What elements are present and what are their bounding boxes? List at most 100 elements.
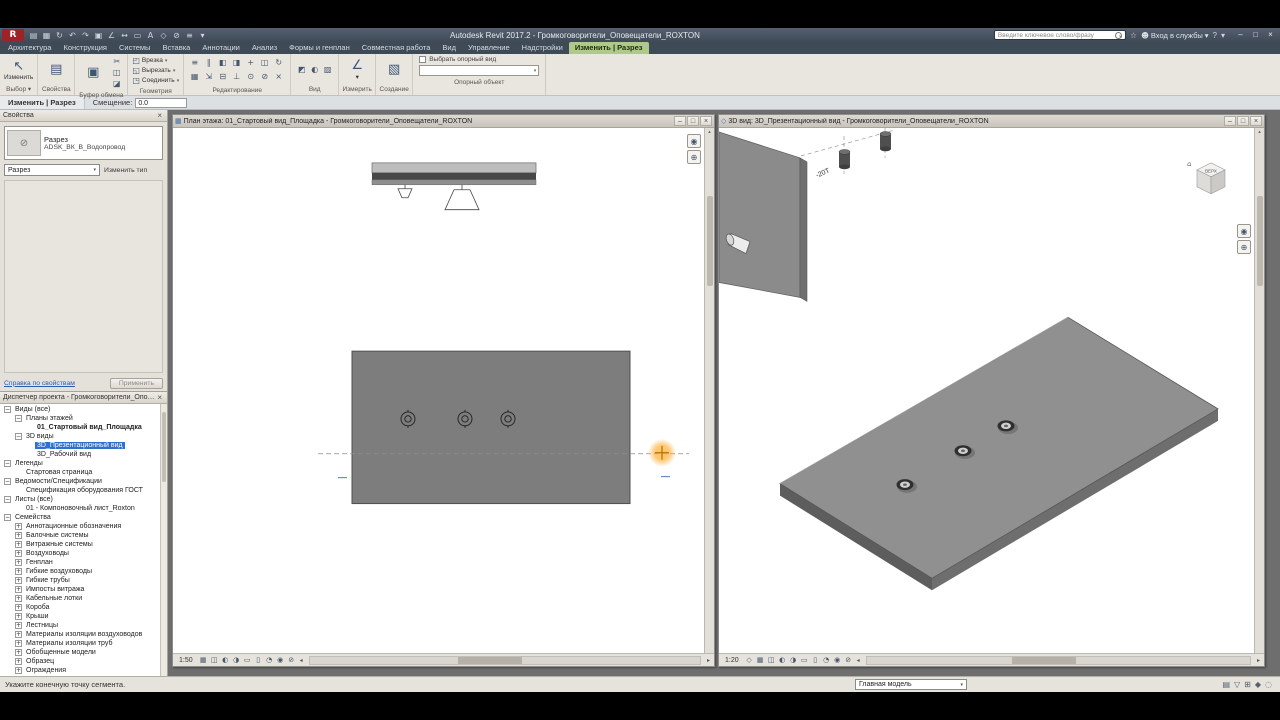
3d-canvas[interactable]: -20Т ⌂ ВЕРХ ◉ ⊕ [719, 128, 1254, 653]
ribbon-tab[interactable]: Вид [436, 42, 462, 54]
tree-item[interactable]: + Образец [0, 657, 167, 666]
ribbon-tab[interactable]: Изменить | Разрез [568, 42, 649, 54]
properties-filter-dropdown[interactable]: Разрез ▾ [4, 164, 100, 176]
tree-item[interactable]: + Гибкие воздуховоды [0, 567, 167, 576]
tree-item[interactable]: 3D_Презентационный вид [0, 441, 167, 450]
expander-icon[interactable]: + [15, 658, 22, 665]
reference-checkbox[interactable] [419, 56, 427, 63]
copy-icon[interactable]: ◫ [110, 67, 123, 78]
horizontal-scrollbar[interactable] [308, 655, 701, 665]
shadows-icon[interactable]: ◑ [788, 655, 799, 666]
tree-item[interactable]: − Листы (все) [0, 495, 167, 504]
steering-wheel-icon[interactable]: ◉ [687, 134, 701, 148]
match-type-icon[interactable]: ◪ [110, 78, 123, 89]
shadows-icon[interactable]: ◑ [231, 655, 242, 666]
slab-plan[interactable] [351, 350, 631, 505]
ribbon-tab[interactable]: Анализ [246, 42, 283, 54]
expander-icon[interactable]: + [15, 631, 22, 638]
view-minimize-button[interactable]: – [1224, 116, 1236, 126]
cut-profile-icon[interactable]: ◩ [295, 63, 308, 76]
text-icon[interactable]: A [144, 29, 157, 42]
expander-icon[interactable]: + [15, 568, 22, 575]
tree-item[interactable]: − Легенды [0, 459, 167, 468]
tree-item[interactable]: + Материалы изоляции воздуховодов [0, 630, 167, 639]
undo-icon[interactable]: ↶ [66, 29, 79, 42]
scale-button[interactable]: 1:50 [175, 656, 197, 665]
tree-item[interactable]: + Импосты витража [0, 585, 167, 594]
paste-button[interactable]: ▣ [79, 65, 107, 80]
expander-icon[interactable]: + [15, 532, 22, 539]
measure-button[interactable]: ∠ ▾ [343, 58, 371, 81]
split-icon[interactable]: ⊟ [216, 70, 229, 83]
expander-icon[interactable]: + [15, 541, 22, 548]
view-maximize-button[interactable]: □ [1237, 116, 1249, 126]
star-icon[interactable]: ☆ [1130, 31, 1137, 40]
pin-icon[interactable]: ⊙ [244, 70, 257, 83]
signin-button[interactable]: ☻ Вход в службы ▾ [1141, 31, 1208, 40]
tree-item[interactable]: − 3D виды [0, 432, 167, 441]
pan-icon[interactable]: ⊕ [1237, 240, 1251, 254]
expander-icon[interactable]: + [15, 523, 22, 530]
detail-level-icon[interactable]: ▦ [755, 655, 766, 666]
zoom-icon[interactable]: ⊕ [687, 150, 701, 164]
tag-icon[interactable]: ▭ [131, 29, 144, 42]
open-icon[interactable]: ▤ [27, 29, 40, 42]
linework-icon[interactable]: ▨ [321, 63, 334, 76]
reference-view-dropdown[interactable]: ▾ [419, 65, 540, 76]
scale-icon[interactable]: ⇲ [202, 70, 215, 83]
tree-item[interactable]: Стартовая страница [0, 468, 167, 477]
show-hidden-icon[interactable]: ◐ [308, 63, 321, 76]
crop-visibility-icon[interactable]: ▯ [810, 655, 821, 666]
offset-input[interactable]: 0.0 [135, 97, 188, 108]
tree-item[interactable]: + Воздуховоды [0, 549, 167, 558]
temporary-hide-icon[interactable]: ◔ [821, 655, 832, 666]
tree-item[interactable]: − Ведомости/Спецификации [0, 477, 167, 486]
expander-icon[interactable]: + [15, 577, 22, 584]
tree-item[interactable]: + Балочные системы [0, 531, 167, 540]
tree-item[interactable]: + Короба [0, 603, 167, 612]
tree-item[interactable]: + Обобщенные модели [0, 648, 167, 657]
ribbon-tab[interactable]: Управление [462, 42, 516, 54]
create-button[interactable]: ▧ [380, 62, 408, 77]
tree-item[interactable]: 3D_Рабочий вид [0, 450, 167, 459]
visual-style-icon[interactable]: ◫ [766, 655, 777, 666]
tree-item[interactable]: + Лестницы [0, 621, 167, 630]
view-close-button[interactable]: × [700, 116, 712, 126]
expander-icon[interactable]: + [15, 613, 22, 620]
ribbon-tab[interactable]: Вставка [156, 42, 196, 54]
expander-icon[interactable]: + [15, 550, 22, 557]
expander-icon[interactable]: + [15, 595, 22, 602]
crop-visibility-icon[interactable]: ▯ [253, 655, 264, 666]
app-menu-button[interactable]: R [2, 29, 24, 41]
close-icon[interactable]: × [155, 111, 164, 120]
redo-icon[interactable]: ↷ [79, 29, 92, 42]
properties-button[interactable]: ▤ [42, 62, 70, 77]
design-options-dropdown[interactable]: Главная модель ▾ [855, 679, 967, 690]
join-button[interactable]: ◳ Соединить ▾ [132, 76, 179, 85]
print-icon[interactable]: ▣ [92, 29, 105, 42]
scrollbar-thumb[interactable] [457, 656, 522, 664]
ribbon-tab[interactable]: Совместная работа [356, 42, 437, 54]
vertical-scrollbar[interactable]: ▴ [1254, 128, 1264, 653]
tree-item[interactable]: − Виды (все) [0, 405, 167, 414]
reveal-hidden-icon[interactable]: ◉ [832, 655, 843, 666]
sun-path-icon[interactable]: ◐ [777, 655, 788, 666]
sun-path-icon[interactable]: ◐ [220, 655, 231, 666]
expander-icon[interactable]: + [15, 586, 22, 593]
dimension-icon[interactable]: ↔ [118, 29, 131, 42]
move-icon[interactable]: + [244, 56, 257, 69]
ribbon-tab[interactable]: Формы и генплан [283, 42, 356, 54]
ribbon-tab[interactable]: Системы [113, 42, 156, 54]
tree-scrollbar[interactable] [160, 404, 167, 676]
thin-lines-icon[interactable]: ≡ [183, 29, 196, 42]
expander-icon[interactable]: − [15, 433, 22, 440]
scroll-right-icon[interactable]: ▸ [705, 657, 712, 664]
tree-item[interactable]: + Гибкие трубы [0, 576, 167, 585]
panel-label-select[interactable]: Выбор ▾ [0, 85, 37, 95]
offset-icon[interactable]: ∥ [202, 56, 215, 69]
view-minimize-button[interactable]: – [674, 116, 686, 126]
cut-geometry-button[interactable]: ◱ Вырезать ▾ [132, 66, 179, 75]
filter-icon[interactable]: ▽ [1234, 680, 1240, 689]
tree-item[interactable]: 01_Стартовый вид_Площадка [0, 423, 167, 432]
measure-icon[interactable]: ∠ [105, 29, 118, 42]
